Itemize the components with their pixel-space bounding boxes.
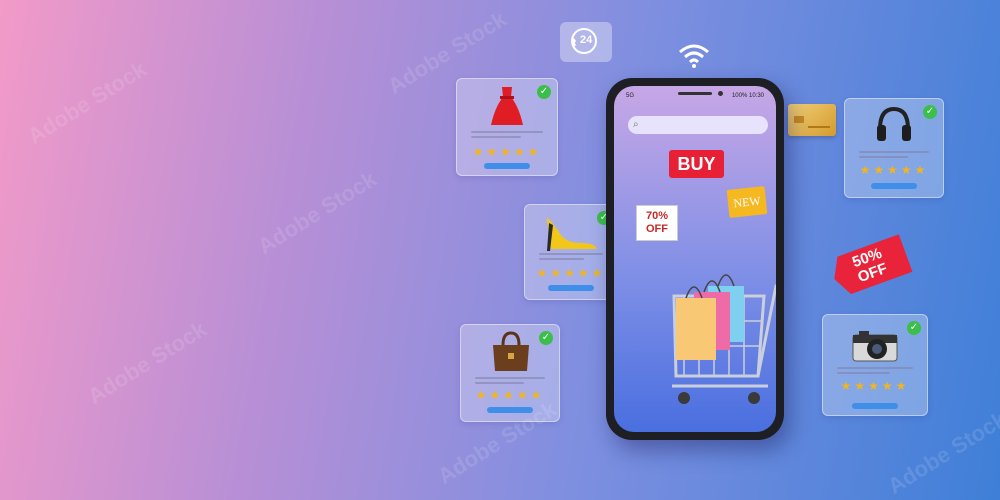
- rating-stars: ★★★★★: [472, 145, 542, 159]
- product-card-headphones[interactable]: ✓ ★★★★★: [844, 98, 944, 198]
- buy-now-button[interactable]: [871, 183, 917, 189]
- handbag-icon: [493, 331, 529, 371]
- rating-stars: ★★★★★: [475, 388, 545, 402]
- product-card-dress[interactable]: ✓ ★★★★★: [456, 78, 558, 176]
- front-camera: [718, 91, 723, 96]
- phone-screen: 5G 100% 10:30 ⌕ BUY NEW: [614, 86, 776, 432]
- rating-stars: ★★★★★: [859, 163, 929, 177]
- camera-icon: [852, 331, 898, 362]
- buy-now-button[interactable]: [852, 403, 898, 409]
- speaker-notch: [678, 92, 712, 95]
- buy-now-button[interactable]: [548, 285, 594, 291]
- clock: 10:30: [748, 93, 764, 99]
- dress-icon: [491, 87, 523, 125]
- check-icon: ✓: [539, 331, 553, 345]
- discount-70-percent: 70%: [645, 210, 669, 222]
- shopping-cart-icon: [672, 274, 776, 404]
- product-card-camera[interactable]: ✓ ★★★★★: [822, 314, 928, 416]
- battery-level: 100%: [731, 93, 748, 99]
- search-icon: ⌕: [633, 119, 639, 130]
- description-lines: [539, 253, 603, 265]
- product-card-handbag[interactable]: ✓ ★★★★★: [460, 324, 560, 422]
- discount-70-bubble: 70% OFF: [636, 205, 678, 241]
- smartphone: 5G 100% 10:30 ⌕ BUY NEW: [606, 78, 784, 440]
- support-24h-badge: 24: [560, 22, 612, 62]
- headphones-icon: [877, 106, 911, 141]
- rating-stars: ★★★★★: [536, 266, 606, 280]
- credit-card-icon: [788, 104, 836, 136]
- check-icon: ✓: [923, 105, 937, 119]
- buy-button[interactable]: BUY: [669, 150, 724, 178]
- rating-stars: ★★★★★: [840, 379, 910, 393]
- watermark: Adobe Stock: [23, 56, 151, 149]
- check-icon: ✓: [907, 321, 921, 335]
- check-icon: ✓: [537, 85, 551, 99]
- discount-70-off: OFF: [646, 223, 668, 235]
- watermark: Adobe Stock: [883, 406, 1000, 499]
- search-input[interactable]: ⌕: [628, 116, 768, 134]
- new-badge: NEW: [726, 186, 768, 218]
- wifi-icon: [679, 44, 709, 68]
- discount-50-tag: 50% OFF: [827, 234, 912, 298]
- support-24-text: 24: [580, 34, 593, 46]
- watermark: Adobe Stock: [253, 166, 381, 259]
- description-lines: [837, 367, 913, 379]
- high-heel-shoe-icon: [547, 217, 597, 251]
- buy-now-button[interactable]: [484, 163, 530, 169]
- buy-now-button[interactable]: [487, 407, 533, 413]
- network-indicator: 5G: [626, 93, 635, 99]
- description-lines: [859, 151, 929, 163]
- description-lines: [471, 131, 543, 143]
- product-card-shoe[interactable]: ✓ ★★★★★: [524, 204, 618, 300]
- watermark: Adobe Stock: [83, 316, 211, 409]
